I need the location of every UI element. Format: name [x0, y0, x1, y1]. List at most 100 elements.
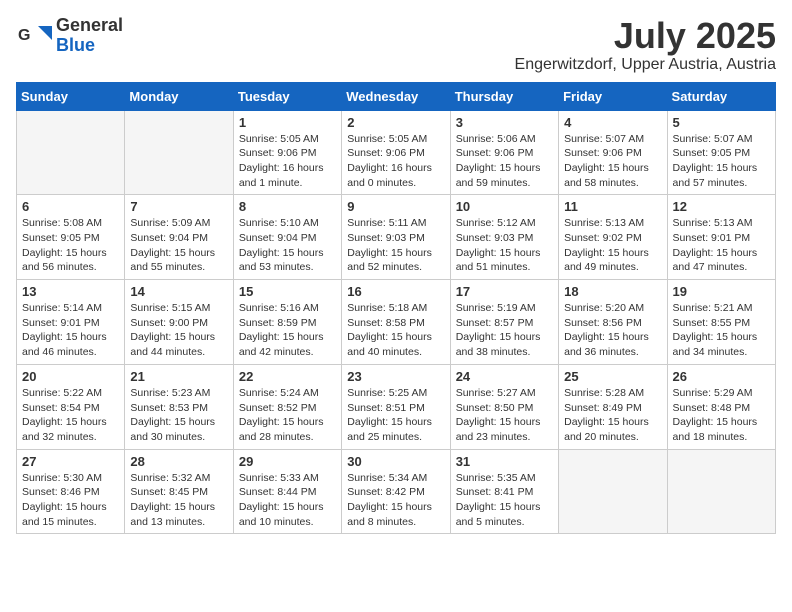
calendar-cell: 21 Sunrise: 5:23 AM Sunset: 8:53 PM Dayli…: [125, 364, 233, 449]
calendar-cell: 25 Sunrise: 5:28 AM Sunset: 8:49 PM Dayli…: [559, 364, 667, 449]
col-tuesday: Tuesday: [233, 82, 341, 110]
calendar-cell: 18Sunrise: 5:20 AM Sunset: 8:56 PM Dayli…: [559, 280, 667, 365]
calendar-cell: 17 Sunrise: 5:19 AM Sunset: 8:57 PM Dayli…: [450, 280, 558, 365]
logo-icon: G: [16, 18, 52, 54]
logo: G General Blue: [16, 16, 123, 56]
day-number: 6: [22, 199, 119, 214]
day-number: 13: [22, 284, 119, 299]
day-info: Sunrise: 5:22 AM Sunset: 8:54 PM Dayligh…: [22, 386, 119, 445]
day-number: 29: [239, 454, 336, 469]
day-number: 7: [130, 199, 227, 214]
calendar-cell: 1 Sunrise: 5:05 AM Sunset: 9:06 PM Daylig…: [233, 110, 341, 195]
day-info: Sunrise: 5:19 AM Sunset: 8:57 PM Dayligh…: [456, 301, 553, 360]
calendar-cell: 19 Sunrise: 5:21 AM Sunset: 8:55 PM Dayli…: [667, 280, 775, 365]
day-number: 2: [347, 115, 444, 130]
page-header: G General Blue July 2025 Engerwitzdorf, …: [16, 16, 776, 74]
calendar-cell: 29 Sunrise: 5:33 AM Sunset: 8:44 PM Dayli…: [233, 449, 341, 534]
calendar-cell: 26Sunrise: 5:29 AM Sunset: 8:48 PM Dayli…: [667, 364, 775, 449]
day-info: Sunrise: 5:28 AM Sunset: 8:49 PM Dayligh…: [564, 386, 661, 445]
logo-text: General Blue: [56, 16, 123, 56]
day-info: Sunrise: 5:11 AM Sunset: 9:03 PM Dayligh…: [347, 216, 444, 275]
day-number: 19: [673, 284, 770, 299]
calendar-cell: 15 Sunrise: 5:16 AM Sunset: 8:59 PM Dayli…: [233, 280, 341, 365]
calendar-cell: 23 Sunrise: 5:25 AM Sunset: 8:51 PM Dayli…: [342, 364, 450, 449]
svg-text:G: G: [18, 27, 30, 44]
col-friday: Friday: [559, 82, 667, 110]
day-number: 14: [130, 284, 227, 299]
day-number: 9: [347, 199, 444, 214]
logo-blue-text: Blue: [56, 36, 123, 56]
day-number: 3: [456, 115, 553, 130]
calendar-cell: 22Sunrise: 5:24 AM Sunset: 8:52 PM Dayli…: [233, 364, 341, 449]
day-number: 18: [564, 284, 661, 299]
day-info: Sunrise: 5:05 AM Sunset: 9:06 PM Dayligh…: [239, 132, 336, 191]
calendar-cell: 28 Sunrise: 5:32 AM Sunset: 8:45 PM Dayli…: [125, 449, 233, 534]
col-saturday: Saturday: [667, 82, 775, 110]
day-info: Sunrise: 5:33 AM Sunset: 8:44 PM Dayligh…: [239, 471, 336, 530]
col-wednesday: Wednesday: [342, 82, 450, 110]
day-number: 4: [564, 115, 661, 130]
day-number: 28: [130, 454, 227, 469]
day-info: Sunrise: 5:13 AM Sunset: 9:01 PM Dayligh…: [673, 216, 770, 275]
day-info: Sunrise: 5:05 AM Sunset: 9:06 PM Dayligh…: [347, 132, 444, 191]
day-info: Sunrise: 5:35 AM Sunset: 8:41 PM Dayligh…: [456, 471, 553, 530]
calendar-cell: 14 Sunrise: 5:15 AM Sunset: 9:00 PM Dayli…: [125, 280, 233, 365]
location-title: Engerwitzdorf, Upper Austria, Austria: [515, 56, 776, 74]
day-number: 23: [347, 369, 444, 384]
day-info: Sunrise: 5:15 AM Sunset: 9:00 PM Dayligh…: [130, 301, 227, 360]
day-number: 21: [130, 369, 227, 384]
calendar-week-row-4: 20 Sunrise: 5:22 AM Sunset: 8:54 PM Dayli…: [17, 364, 776, 449]
day-info: Sunrise: 5:32 AM Sunset: 8:45 PM Dayligh…: [130, 471, 227, 530]
day-number: 1: [239, 115, 336, 130]
month-title: July 2025: [515, 16, 776, 56]
day-number: 26: [673, 369, 770, 384]
calendar-body: 1 Sunrise: 5:05 AM Sunset: 9:06 PM Daylig…: [17, 110, 776, 534]
day-number: 22: [239, 369, 336, 384]
calendar-cell: 7 Sunrise: 5:09 AM Sunset: 9:04 PM Daylig…: [125, 195, 233, 280]
calendar-cell: 30Sunrise: 5:34 AM Sunset: 8:42 PM Dayli…: [342, 449, 450, 534]
day-number: 16: [347, 284, 444, 299]
calendar-cell: [17, 110, 125, 195]
day-info: Sunrise: 5:30 AM Sunset: 8:46 PM Dayligh…: [22, 471, 119, 530]
day-info: Sunrise: 5:18 AM Sunset: 8:58 PM Dayligh…: [347, 301, 444, 360]
calendar-cell: 13 Sunrise: 5:14 AM Sunset: 9:01 PM Dayli…: [17, 280, 125, 365]
calendar-cell: 12 Sunrise: 5:13 AM Sunset: 9:01 PM Dayli…: [667, 195, 775, 280]
day-number: 12: [673, 199, 770, 214]
day-number: 10: [456, 199, 553, 214]
calendar-cell: 11 Sunrise: 5:13 AM Sunset: 9:02 PM Dayli…: [559, 195, 667, 280]
calendar-cell: 27Sunrise: 5:30 AM Sunset: 8:46 PM Dayli…: [17, 449, 125, 534]
day-info: Sunrise: 5:07 AM Sunset: 9:05 PM Dayligh…: [673, 132, 770, 191]
calendar-week-row-3: 13 Sunrise: 5:14 AM Sunset: 9:01 PM Dayli…: [17, 280, 776, 365]
calendar-cell: [559, 449, 667, 534]
day-number: 20: [22, 369, 119, 384]
col-sunday: Sunday: [17, 82, 125, 110]
day-number: 17: [456, 284, 553, 299]
day-info: Sunrise: 5:13 AM Sunset: 9:02 PM Dayligh…: [564, 216, 661, 275]
calendar-week-row-5: 27Sunrise: 5:30 AM Sunset: 8:46 PM Dayli…: [17, 449, 776, 534]
calendar-cell: [125, 110, 233, 195]
calendar-cell: 8Sunrise: 5:10 AM Sunset: 9:04 PM Daylig…: [233, 195, 341, 280]
calendar-cell: 24 Sunrise: 5:27 AM Sunset: 8:50 PM Dayli…: [450, 364, 558, 449]
day-number: 8: [239, 199, 336, 214]
day-info: Sunrise: 5:23 AM Sunset: 8:53 PM Dayligh…: [130, 386, 227, 445]
day-number: 11: [564, 199, 661, 214]
day-info: Sunrise: 5:16 AM Sunset: 8:59 PM Dayligh…: [239, 301, 336, 360]
logo-general-text: General: [56, 16, 123, 36]
day-number: 24: [456, 369, 553, 384]
day-info: Sunrise: 5:09 AM Sunset: 9:04 PM Dayligh…: [130, 216, 227, 275]
calendar-table: Sunday Monday Tuesday Wednesday Thursday…: [16, 82, 776, 535]
calendar-cell: 6Sunrise: 5:08 AM Sunset: 9:05 PM Daylig…: [17, 195, 125, 280]
calendar-cell: 3Sunrise: 5:06 AM Sunset: 9:06 PM Daylig…: [450, 110, 558, 195]
day-number: 31: [456, 454, 553, 469]
day-info: Sunrise: 5:21 AM Sunset: 8:55 PM Dayligh…: [673, 301, 770, 360]
day-number: 5: [673, 115, 770, 130]
calendar-cell: 5 Sunrise: 5:07 AM Sunset: 9:05 PM Daylig…: [667, 110, 775, 195]
calendar-cell: 16 Sunrise: 5:18 AM Sunset: 8:58 PM Dayli…: [342, 280, 450, 365]
day-info: Sunrise: 5:27 AM Sunset: 8:50 PM Dayligh…: [456, 386, 553, 445]
day-info: Sunrise: 5:14 AM Sunset: 9:01 PM Dayligh…: [22, 301, 119, 360]
day-number: 15: [239, 284, 336, 299]
calendar-cell: 4Sunrise: 5:07 AM Sunset: 9:06 PM Daylig…: [559, 110, 667, 195]
col-monday: Monday: [125, 82, 233, 110]
day-number: 25: [564, 369, 661, 384]
day-info: Sunrise: 5:25 AM Sunset: 8:51 PM Dayligh…: [347, 386, 444, 445]
